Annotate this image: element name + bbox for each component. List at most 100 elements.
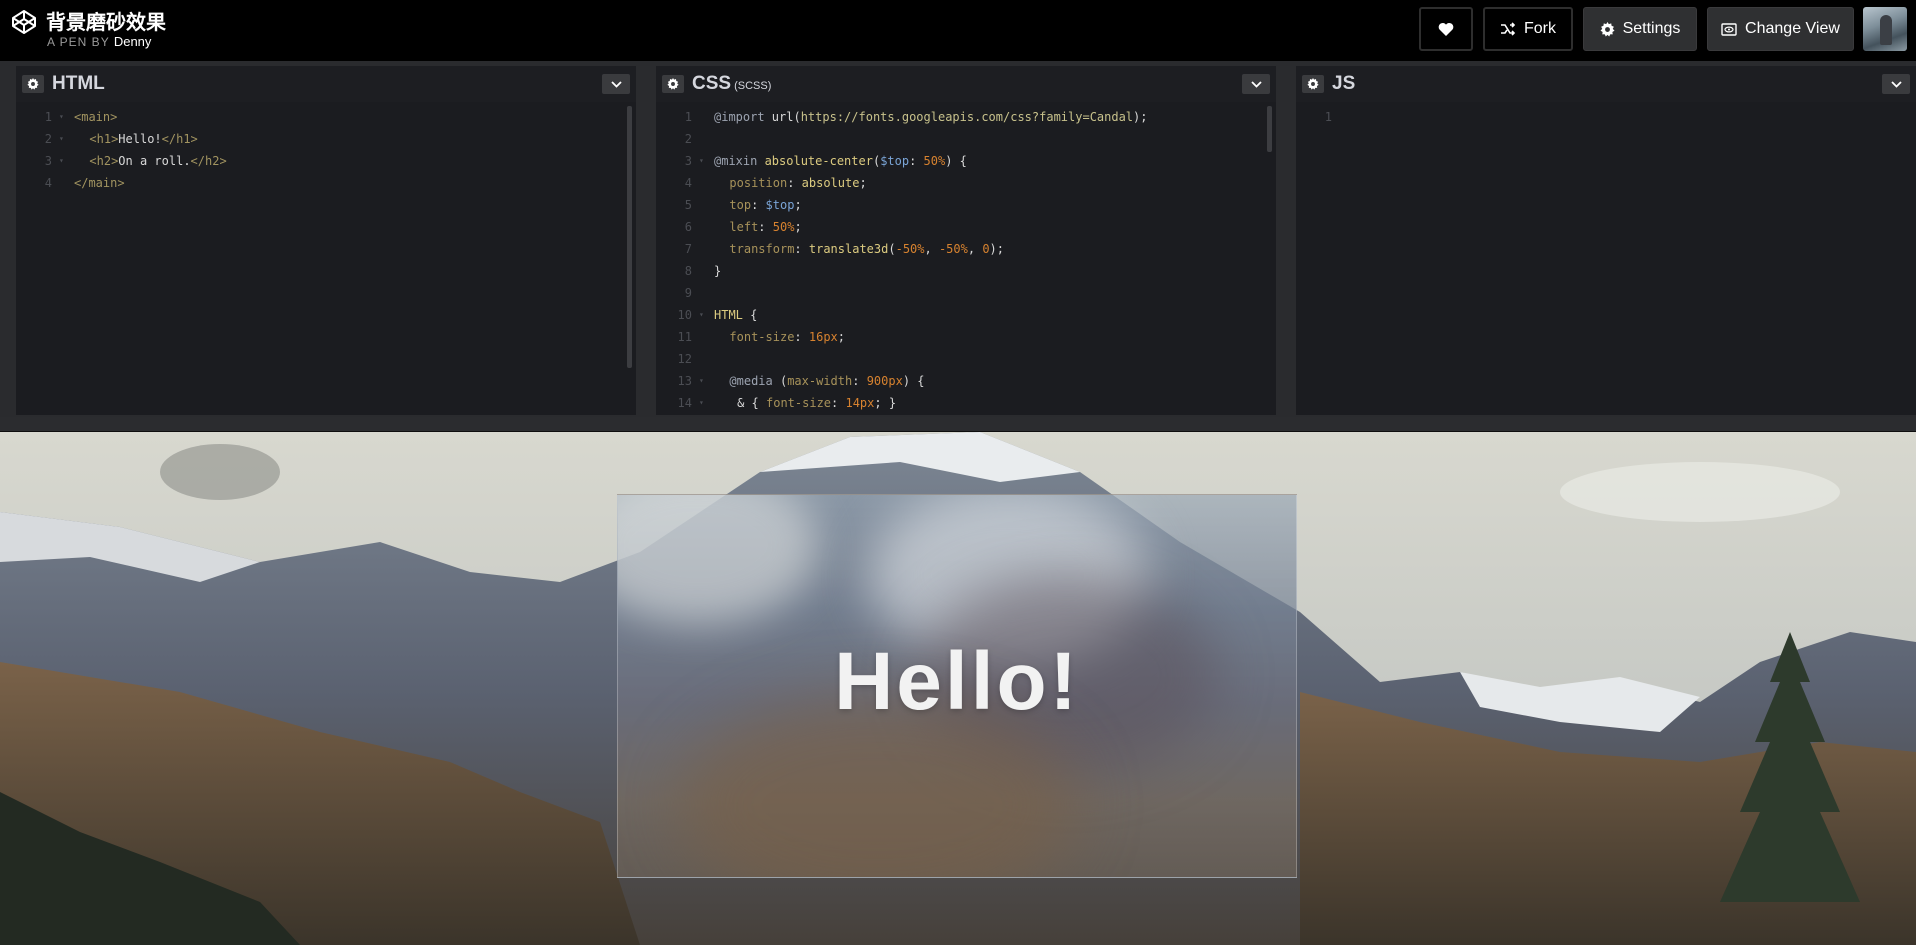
line-number: 8 <box>684 264 692 278</box>
fold-arrow-icon[interactable]: ▾ <box>699 150 704 172</box>
html-code-line: 3 ▾ <h2>On a roll.</h2> <box>16 150 636 172</box>
code-text: @mixin absolute-center($top: 50%) { <box>714 150 967 172</box>
code-token: } <box>714 264 722 278</box>
codepen-logo-icon[interactable] <box>10 8 38 36</box>
code-token: HTML <box>714 308 743 322</box>
js-editor-pane: JS 1 <box>1296 66 1916 415</box>
author-link[interactable]: Denny <box>114 34 152 49</box>
code-token: : <box>909 154 924 168</box>
html-settings-button[interactable] <box>22 75 44 93</box>
html-code-area[interactable]: 1 ▾ <main> 2 ▾ <h1>Hello!</h1> 3 ▾ <h2>On a roll… <box>16 102 636 415</box>
fold-arrow-icon[interactable]: ▾ <box>59 128 64 150</box>
js-settings-button[interactable] <box>1302 75 1324 93</box>
fork-button[interactable]: Fork <box>1483 7 1573 51</box>
code-token: @mixin <box>714 154 758 168</box>
frosted-glass-card: Hello! <box>617 494 1297 878</box>
code-token: @import <box>714 110 765 124</box>
line-number: 1 <box>684 110 692 124</box>
html-collapse-button[interactable] <box>602 74 630 94</box>
settings-button[interactable]: Settings <box>1583 7 1697 51</box>
code-token: 50% <box>923 154 946 168</box>
line-number: 4 <box>44 176 52 190</box>
css-code-line: 11 font-size: 16px; <box>656 326 1276 348</box>
html-code-line: 1 ▾ <main> <box>16 106 636 128</box>
code-token: top <box>729 198 752 212</box>
code-token: $top <box>880 154 910 168</box>
code-token: : <box>794 330 809 344</box>
code-token: https://fonts.googleapis.com/css?family=… <box>800 110 1134 124</box>
code-token: max-width <box>787 374 853 388</box>
line-number: 5 <box>684 198 692 212</box>
fold-arrow-icon[interactable]: ▾ <box>699 370 704 392</box>
code-token: ) { <box>902 374 925 388</box>
line-number: 4 <box>684 176 692 190</box>
code-token: left <box>729 220 759 234</box>
code-token: $top <box>765 198 795 212</box>
code-token: : <box>852 374 867 388</box>
user-avatar[interactable] <box>1863 7 1907 51</box>
js-pane-header: JS <box>1296 66 1916 101</box>
fold-arrow-icon[interactable]: ▾ <box>699 304 704 326</box>
chevron-down-icon <box>1250 80 1262 88</box>
line-number: 2 <box>44 132 52 146</box>
code-text: top: $top; <box>714 194 801 216</box>
code-text: <main> <box>74 106 117 128</box>
html-pane-title: HTML <box>52 73 105 94</box>
fold-arrow-icon[interactable]: ▾ <box>59 106 64 128</box>
code-token: Hello! <box>118 132 162 146</box>
js-pane-title: JS <box>1332 73 1356 94</box>
pen-title: 背景磨砂效果 <box>46 12 166 34</box>
resize-handle[interactable] <box>0 417 1916 432</box>
code-token: : <box>787 176 802 190</box>
html-code-line: 2 ▾ <h1>Hello!</h1> <box>16 128 636 150</box>
code-token: ); <box>1133 110 1148 124</box>
chevron-down-icon <box>1890 80 1902 88</box>
code-text: HTML { <box>714 304 757 326</box>
code-token: @media <box>729 374 773 388</box>
code-token: 14px <box>845 396 875 410</box>
line-number: 11 <box>677 330 692 344</box>
chevron-down-icon <box>610 80 622 88</box>
code-token: </h2> <box>190 154 227 168</box>
code-token: { <box>742 308 758 322</box>
code-text: left: 50%; <box>714 216 802 238</box>
change-view-button[interactable]: Change View <box>1707 7 1854 51</box>
css-code-line: 2 <box>656 128 1276 150</box>
code-text: @import url(https://fonts.googleapis.com… <box>714 106 1148 128</box>
code-token: 16px <box>808 330 838 344</box>
js-code-area[interactable]: 1 <box>1296 102 1916 415</box>
html-editor-pane: HTML 1 ▾ <main> 2 ▾ <h1>Hello!</h1> 3 ▾ <h2>On a… <box>16 66 636 415</box>
change-view-label: Change View <box>1745 20 1840 37</box>
fold-arrow-icon[interactable]: ▾ <box>699 392 704 414</box>
code-token: On a roll. <box>118 154 191 168</box>
code-token: absolute <box>801 176 860 190</box>
fold-arrow-icon[interactable]: ▾ <box>59 150 64 172</box>
css-code-line: 5 top: $top; <box>656 194 1276 216</box>
byline-prefix: A PEN BY <box>47 35 110 49</box>
css-collapse-button[interactable] <box>1242 74 1270 94</box>
code-token: transform <box>729 242 795 256</box>
code-token: ; <box>837 330 846 344</box>
line-number: 1 <box>44 110 52 124</box>
code-text: & { font-size: 14px; } <box>714 392 896 414</box>
code-token: 50% <box>772 220 795 234</box>
code-token: , <box>924 242 939 256</box>
css-code-line: 7 transform: translate3d(-50%, -50%, 0); <box>656 238 1276 260</box>
css-code-line: 10 ▾ HTML { <box>656 304 1276 326</box>
love-button[interactable] <box>1419 7 1473 51</box>
code-token: ) { <box>945 154 967 168</box>
css-settings-button[interactable] <box>662 75 684 93</box>
css-code-line: 1 @import url(https://fonts.googleapis.co… <box>656 106 1276 128</box>
css-code-area[interactable]: 1 @import url(https://fonts.googleapis.co… <box>656 102 1276 415</box>
js-collapse-button[interactable] <box>1882 74 1910 94</box>
code-token: , <box>967 242 983 256</box>
code-token: ; <box>794 220 802 234</box>
pen-byline: A PEN BY Denny <box>47 34 151 49</box>
line-number: 9 <box>684 286 692 300</box>
line-number: 2 <box>684 132 692 146</box>
css-pane-title-text: CSS <box>692 73 732 94</box>
code-token: absolute-center <box>757 154 873 168</box>
editor-panels: HTML 1 ▾ <main> 2 ▾ <h1>Hello!</h1> 3 ▾ <h2>On a… <box>0 61 1916 417</box>
code-text: } <box>714 260 721 282</box>
css-code-line: 6 left: 50%; <box>656 216 1276 238</box>
